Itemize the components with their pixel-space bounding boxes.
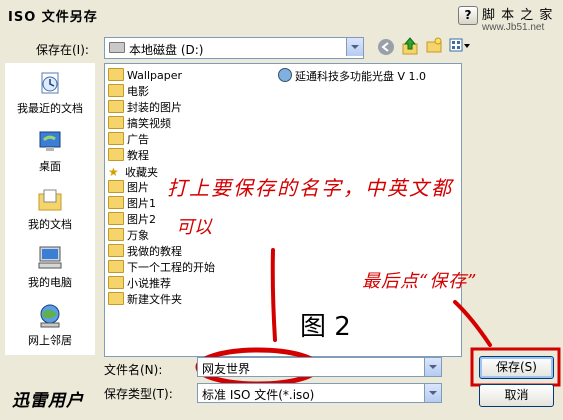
arrow-stroke xyxy=(270,248,277,342)
filename-input[interactable]: 网友世界 xyxy=(197,357,442,377)
filetype-label: 保存类型(T): xyxy=(104,387,173,401)
filetype-value: 标准 ISO 文件(*.iso) xyxy=(202,388,315,402)
chevron-down-icon[interactable] xyxy=(424,358,441,376)
filetype-dropdown[interactable]: 标准 ISO 文件(*.iso) xyxy=(197,383,442,403)
user-watermark: 迅雷用户 xyxy=(12,391,84,411)
filename-value: 网友世界 xyxy=(202,362,251,376)
cancel-button[interactable]: 取消 xyxy=(479,384,554,407)
arrow-stroke xyxy=(453,300,492,347)
filename-label: 文件名(N): xyxy=(104,363,163,377)
chevron-down-icon[interactable] xyxy=(424,384,441,402)
save-button[interactable]: 保存(S) xyxy=(479,356,554,379)
